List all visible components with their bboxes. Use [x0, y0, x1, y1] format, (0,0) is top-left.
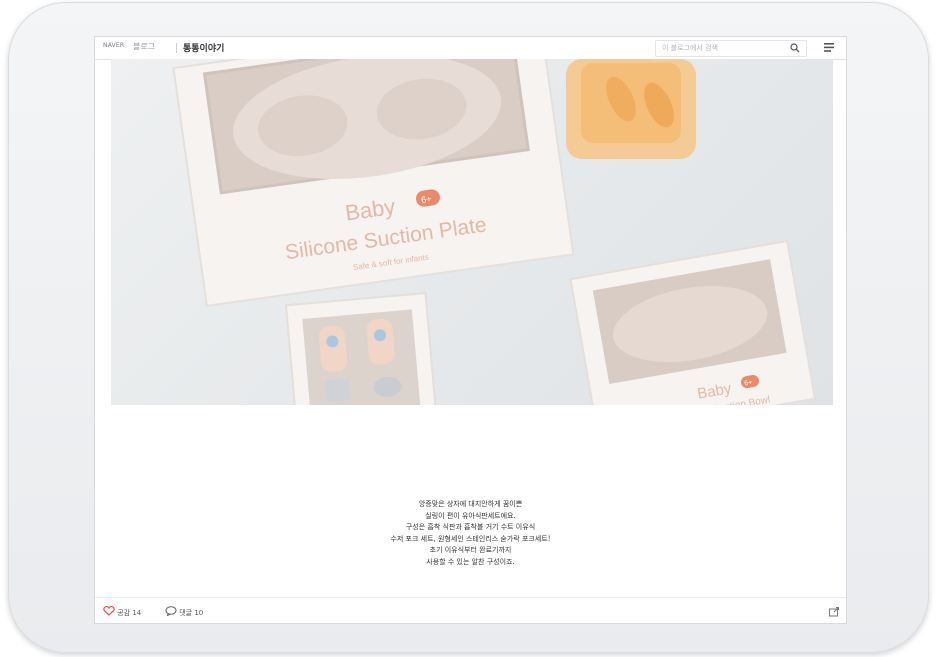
plate-box-badge: 6+	[421, 194, 433, 205]
blog-logo[interactable]: 블로그	[133, 41, 155, 52]
like-label: 공감 14	[117, 609, 142, 617]
bowl-box-badge: 6+	[744, 379, 753, 387]
header-divider	[176, 43, 177, 53]
post-line: 사용할 수 있는 알찬 구성이죠.	[426, 557, 515, 566]
menu-icon[interactable]	[823, 42, 835, 53]
blog-search-input[interactable]: 이 블로그에서 검색	[655, 40, 807, 57]
blog-title[interactable]: 통통이야기	[183, 41, 224, 54]
search-placeholder: 이 블로그에서 검색	[662, 44, 718, 52]
blog-header: NAVER 블로그 통통이야기 이 블로그에서 검색	[95, 37, 846, 60]
cutlery-box	[284, 292, 438, 405]
naver-logo[interactable]: NAVER	[103, 42, 124, 49]
like-button[interactable]: 공감 14	[103, 605, 142, 618]
tablet-screen: NAVER 블로그 통통이야기 이 블로그에서 검색 Baby 6+ Silic…	[94, 36, 847, 624]
comment-button[interactable]: 댓글 10	[165, 606, 203, 618]
post-action-bar: 공감 14 댓글 10	[95, 597, 846, 623]
post-line: 수저 포크 세트, 원형세인 스테인리스 숟가락 포크세트!	[390, 534, 551, 543]
plate-box: Baby 6+ Silicone Suction Plate Safe & so…	[172, 59, 575, 307]
post-line: 구성은 흡착 식판과 흡착볼 거기 수트 이유식	[405, 523, 536, 531]
utensil-case	[566, 59, 696, 159]
share-icon[interactable]	[828, 605, 840, 617]
post-line: 앙증맞은 상자에 대지안하게 꿈이쁜	[418, 500, 523, 508]
post-photo: Baby 6+ Silicone Suction Plate Safe & so…	[111, 59, 833, 405]
post-line: 초기 이유식부터 완료기까지	[429, 546, 512, 554]
product-photo-illustration: Baby 6+ Silicone Suction Plate Safe & so…	[172, 59, 817, 405]
post-line: 실링이 편이 유아식판세트에요.	[425, 511, 516, 520]
post-body: 앙증맞은 상자에 대지안하게 꿈이쁜 실링이 편이 유아식판세트에요. 구성은 …	[95, 499, 846, 568]
comment-label: 댓글 10	[179, 609, 204, 617]
bowl-box: Baby 6+ Silicone Suction Bowl	[569, 239, 817, 405]
comment-icon	[165, 606, 177, 617]
search-icon[interactable]	[790, 43, 800, 53]
heart-icon	[103, 605, 115, 616]
